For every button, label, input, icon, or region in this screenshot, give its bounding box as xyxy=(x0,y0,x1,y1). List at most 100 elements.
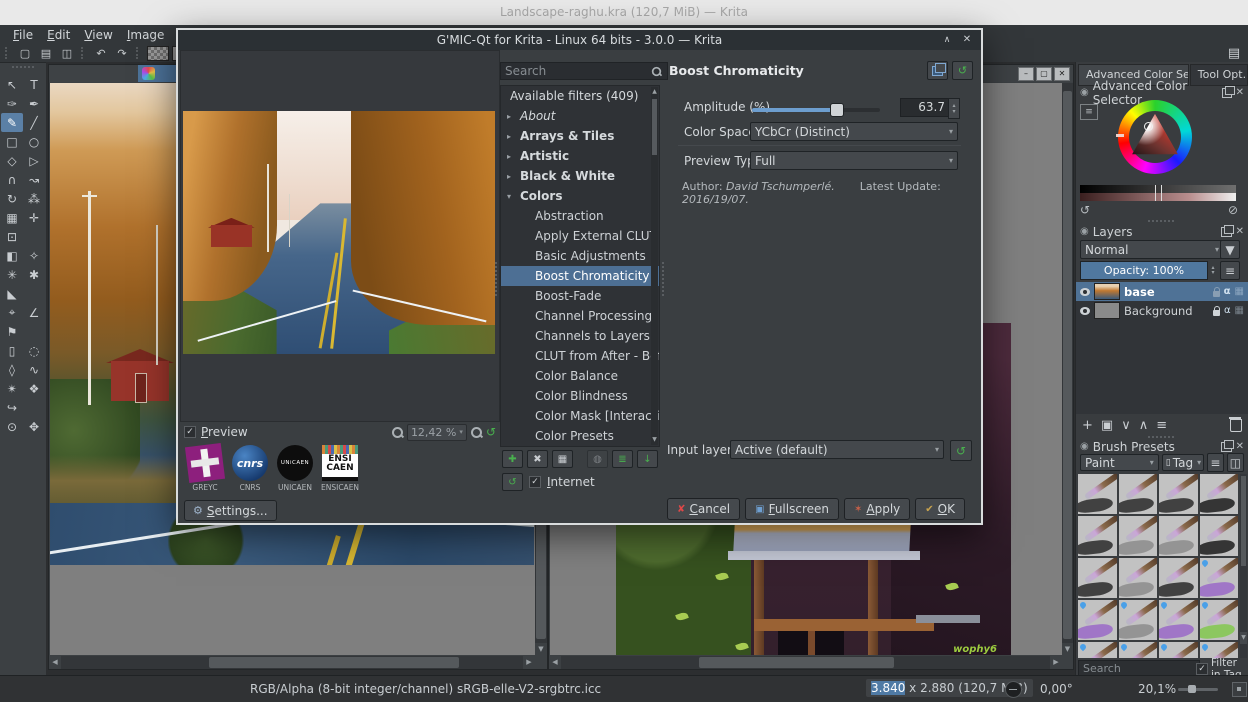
tool-rect-select[interactable]: ▯ xyxy=(1,341,23,360)
tree-item-basic-adjustments[interactable]: Basic Adjustments xyxy=(501,246,659,266)
brush-tile[interactable] xyxy=(1078,516,1117,556)
blend-mode-select[interactable]: Normal ▾ xyxy=(1080,240,1224,259)
brush-tile[interactable] xyxy=(1118,558,1157,598)
scrollbar-thumb[interactable] xyxy=(1063,91,1072,639)
tool-similar-select[interactable]: ✴ xyxy=(1,379,23,398)
scroll-down-icon[interactable]: ▼ xyxy=(535,643,547,655)
move-layer-up-icon[interactable]: ∧ xyxy=(1139,418,1149,433)
preview-type-select[interactable]: Full ▾ xyxy=(750,151,958,170)
undo-icon[interactable]: ↶ xyxy=(92,45,110,61)
scroll-down-icon[interactable]: ▼ xyxy=(1240,632,1247,644)
float-panel-icon[interactable] xyxy=(1220,439,1234,452)
color-space-select[interactable]: YCbCr (Distinct) ▾ xyxy=(750,122,958,141)
close-panel-icon[interactable]: ✕ xyxy=(1236,226,1244,237)
tool-select-shapes[interactable]: ↖ xyxy=(1,75,23,94)
brush-tile[interactable] xyxy=(1078,474,1117,514)
layer-row-background[interactable]: Background α ▦ xyxy=(1076,301,1248,320)
tree-item-apply-external-clut[interactable]: Apply External CLUT xyxy=(501,226,659,246)
tool-zoom[interactable]: ⊙ xyxy=(1,417,23,436)
inherit-alpha-icon[interactable]: ▦ xyxy=(1235,305,1244,316)
tool-smart-patch[interactable]: ✱ xyxy=(23,265,45,284)
layer-row-base[interactable]: base α ▦ xyxy=(1076,282,1248,301)
scroll-left-icon[interactable]: ◀ xyxy=(49,656,61,669)
filter-search-input[interactable]: Search xyxy=(500,62,668,80)
brush-tile[interactable] xyxy=(1078,600,1117,640)
tool-line[interactable]: ╱ xyxy=(23,113,45,132)
tool-pattern-edit[interactable]: ✳ xyxy=(1,265,23,284)
add-fave-icon[interactable]: ✚ xyxy=(502,450,523,468)
zoom-fit-icon[interactable] xyxy=(1232,682,1247,697)
color-gradient-strip[interactable] xyxy=(1080,193,1236,201)
fullscreen-button[interactable]: ▣ Fullscreen xyxy=(745,498,839,520)
panel-menu-icon[interactable]: ◉ xyxy=(1080,441,1089,452)
tool-ellipse-select[interactable]: ◌ xyxy=(23,341,45,360)
tool-rectangle[interactable]: □ xyxy=(1,132,23,151)
tool-fill[interactable]: ◣ xyxy=(1,284,23,303)
copy-command-icon[interactable] xyxy=(927,61,948,80)
scroll-down-icon[interactable]: ▼ xyxy=(1062,643,1073,655)
apply-button[interactable]: ✶ Apply xyxy=(844,498,911,520)
visibility-eye-icon[interactable] xyxy=(1080,306,1090,315)
reset-zoom-icon[interactable]: ↺ xyxy=(486,425,496,439)
preview-checkbox-label[interactable]: Preview xyxy=(201,425,248,439)
zoom-slider[interactable] xyxy=(1178,685,1218,693)
inherit-alpha-icon[interactable]: ▦ xyxy=(1235,286,1244,297)
workspace-chooser-icon[interactable]: ▤ xyxy=(1225,45,1243,61)
toolbox-drag-handle[interactable] xyxy=(12,66,34,71)
menu-image[interactable]: Image xyxy=(120,28,172,42)
horizontal-scrollbar[interactable]: ◀ ▶ xyxy=(49,656,535,669)
tree-item-abstraction[interactable]: Abstraction xyxy=(501,206,659,226)
tool-polygon-select[interactable]: ◊ xyxy=(1,360,23,379)
tool-bezier-curve[interactable]: ∩ xyxy=(1,170,23,189)
brush-tile[interactable] xyxy=(1118,516,1157,556)
reset-parameters-icon[interactable]: ↺ xyxy=(952,61,973,80)
tree-item-black-white[interactable]: ▸ Black & White xyxy=(501,166,659,186)
ok-button[interactable]: ✔ OK xyxy=(915,498,965,520)
tool-polyline[interactable]: ▷ xyxy=(23,151,45,170)
scrollbar-thumb[interactable] xyxy=(652,99,657,155)
close-panel-icon[interactable]: ✕ xyxy=(1236,87,1244,98)
tree-item-about[interactable]: ▸ About xyxy=(501,106,659,126)
tool-polygon[interactable]: ◇ xyxy=(1,151,23,170)
tree-item-colors[interactable]: ▾ Colors xyxy=(501,186,659,206)
tree-item-boost-fade[interactable]: Boost-Fade xyxy=(501,286,659,306)
amplitude-value[interactable]: 63.7 xyxy=(900,98,950,117)
brush-tile[interactable] xyxy=(1159,558,1198,598)
tool-dynamic-brush[interactable]: ↻ xyxy=(1,189,23,208)
tool-bezier-select[interactable]: ❖ xyxy=(23,379,45,398)
subwindow-minimize-icon[interactable]: – xyxy=(1018,67,1034,81)
zoom-out-icon[interactable] xyxy=(391,426,404,439)
list-view-icon[interactable]: ≡ xyxy=(1206,453,1224,472)
visibility-eye-icon[interactable] xyxy=(1080,287,1090,296)
save-document-icon[interactable]: ◫ xyxy=(58,45,76,61)
brush-tile[interactable] xyxy=(1199,600,1238,640)
tree-item-channels-to-layers[interactable]: Channels to Layers xyxy=(501,326,659,346)
tree-scrollbar[interactable]: ▲ ▼ xyxy=(651,87,658,445)
dialog-shade-icon[interactable]: ∧ xyxy=(939,30,955,50)
preview-checkbox[interactable]: ✓ xyxy=(184,426,196,438)
zoom-slider-knob[interactable] xyxy=(1188,685,1196,693)
grid-view-icon[interactable]: ◫ xyxy=(1226,453,1245,472)
brush-tile[interactable] xyxy=(1118,600,1157,640)
brush-category-select[interactable]: Paint ▾ xyxy=(1080,454,1159,471)
scroll-left-icon[interactable]: ◀ xyxy=(549,656,561,669)
tool-assistants[interactable]: ⌖ xyxy=(1,303,23,322)
tool-reference-images[interactable]: ⚑ xyxy=(1,322,23,341)
tool-color-sampler[interactable]: ✧ xyxy=(23,246,45,265)
layer-properties-icon[interactable]: ≡ xyxy=(1156,418,1167,433)
scroll-right-icon[interactable]: ▶ xyxy=(523,656,535,669)
brush-tile[interactable] xyxy=(1199,516,1238,556)
panel-splitter[interactable] xyxy=(1148,220,1174,222)
lock-icon[interactable] xyxy=(1212,305,1220,316)
tool-multibrush[interactable]: ⁂ xyxy=(23,189,45,208)
subwindow-maximize-icon[interactable]: ▢ xyxy=(1036,67,1052,81)
tool-move[interactable]: ✛ xyxy=(23,208,45,227)
tool-crop[interactable]: ⊡ xyxy=(1,227,23,246)
tree-item-artistic[interactable]: ▸ Artistic xyxy=(501,146,659,166)
brush-tile[interactable] xyxy=(1159,516,1198,556)
tag-select[interactable]: ▯ Tag ▾ xyxy=(1161,454,1204,471)
menu-view[interactable]: View xyxy=(77,28,119,42)
amplitude-spinner[interactable]: ▴ ▾ xyxy=(948,98,960,119)
tool-text[interactable]: T xyxy=(23,75,45,94)
tool-magnetic-select[interactable]: ↪ xyxy=(1,398,23,417)
